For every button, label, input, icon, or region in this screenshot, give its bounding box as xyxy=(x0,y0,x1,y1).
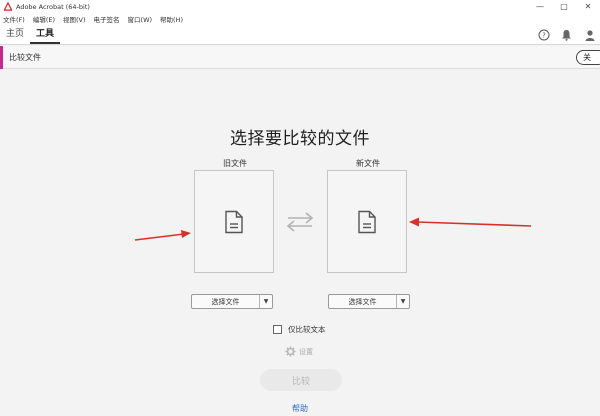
chevron-down-icon[interactable]: ▼ xyxy=(260,295,272,308)
page-title: 选择要比较的文件 xyxy=(230,129,370,149)
annotation-arrow-right xyxy=(409,217,532,227)
tab-bar-icons: ? xyxy=(527,28,596,41)
settings-option[interactable]: 设置 xyxy=(285,346,313,357)
new-file-panel: 新文件 xyxy=(327,158,409,273)
tab-home[interactable]: 主页 xyxy=(0,24,30,44)
help-icon[interactable]: ? xyxy=(537,28,550,41)
menu-window[interactable]: 窗口(W) xyxy=(128,14,153,24)
close-window-button[interactable]: ✕ xyxy=(576,0,600,13)
window-title: Adobe Acrobat (64-bit) xyxy=(16,2,90,11)
new-file-dropzone[interactable] xyxy=(327,170,407,273)
minimize-button[interactable]: — xyxy=(528,0,552,13)
swap-arrows-icon[interactable] xyxy=(284,211,316,233)
menu-view[interactable]: 视图(V) xyxy=(63,14,86,24)
new-file-label: 新文件 xyxy=(356,159,380,168)
old-file-label: 旧文件 xyxy=(223,159,247,168)
menu-esign[interactable]: 电子签名 xyxy=(94,14,120,24)
help-link[interactable]: 帮助 xyxy=(0,403,600,414)
maximize-button[interactable]: □ xyxy=(552,0,576,13)
tool-title: 比较文件 xyxy=(9,53,41,62)
menu-edit[interactable]: 编辑(E) xyxy=(33,14,55,24)
document-icon xyxy=(358,210,376,233)
menu-file[interactable]: 文件(F) xyxy=(3,14,25,24)
tab-bar: 主页 工具 ? xyxy=(0,25,600,45)
old-file-dropzone[interactable] xyxy=(194,170,274,273)
text-only-checkbox[interactable] xyxy=(273,325,282,334)
gear-icon xyxy=(285,346,296,357)
new-select-file-label[interactable]: 选择文件 xyxy=(329,295,397,308)
title-bar: Adobe Acrobat (64-bit) — □ ✕ xyxy=(0,0,600,13)
new-select-file-button[interactable]: 选择文件 ▼ xyxy=(328,294,410,309)
chevron-down-icon[interactable]: ▼ xyxy=(397,295,409,308)
menu-bar: 文件(F) 编辑(E) 视图(V) 电子签名 窗口(W) 帮助(H) xyxy=(0,13,600,25)
settings-label[interactable]: 设置 xyxy=(299,347,313,357)
text-only-option[interactable]: 仅比较文本 xyxy=(273,324,326,335)
menu-help[interactable]: 帮助(H) xyxy=(160,14,183,24)
old-select-file-label[interactable]: 选择文件 xyxy=(192,295,260,308)
acrobat-logo-icon xyxy=(4,2,12,11)
close-tool-button[interactable]: 关 xyxy=(576,50,600,65)
tool-accent-bar xyxy=(0,46,3,69)
compare-button[interactable]: 比较 xyxy=(260,369,342,391)
tool-header: 比较文件 关 xyxy=(0,46,600,69)
document-icon xyxy=(225,210,243,233)
tab-tools[interactable]: 工具 xyxy=(30,24,61,44)
old-file-panel: 旧文件 xyxy=(194,158,276,273)
annotation-arrow-left xyxy=(134,230,191,241)
old-select-file-button[interactable]: 选择文件 ▼ xyxy=(191,294,273,309)
window-controls: — □ ✕ xyxy=(528,0,600,13)
account-icon[interactable] xyxy=(583,28,596,41)
bell-icon[interactable] xyxy=(560,28,573,41)
svg-text:?: ? xyxy=(542,31,546,39)
text-only-label[interactable]: 仅比较文本 xyxy=(288,324,326,335)
